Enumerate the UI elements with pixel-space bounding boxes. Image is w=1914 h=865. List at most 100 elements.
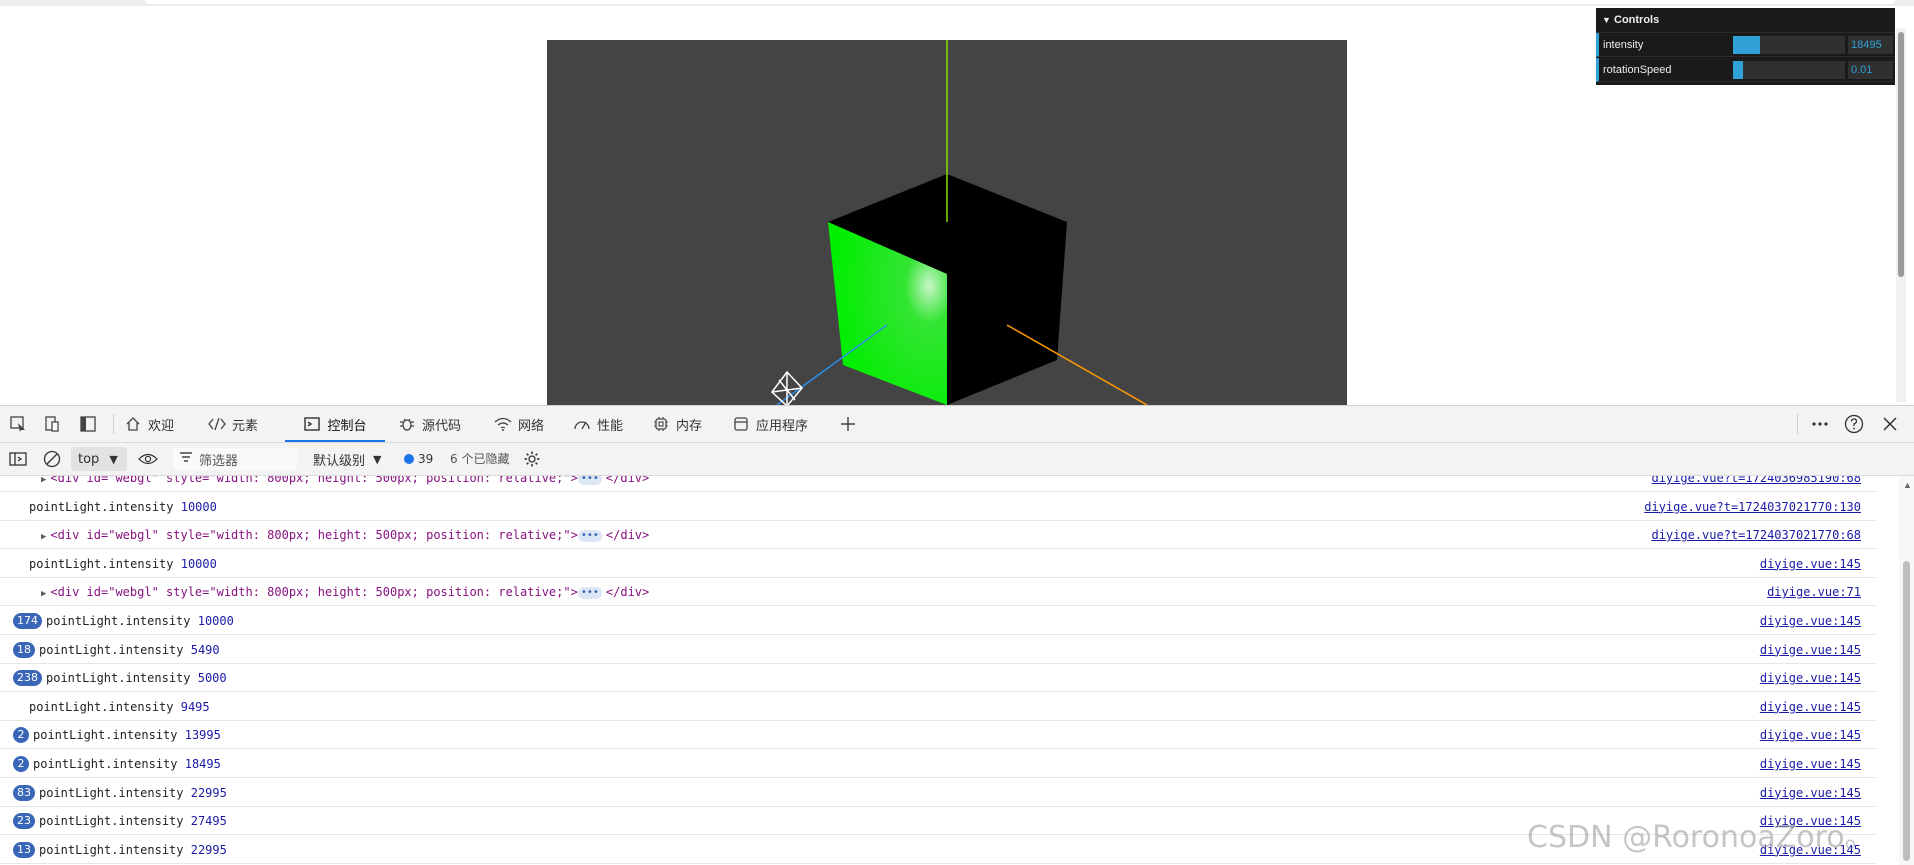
more-options-icon[interactable] (1808, 412, 1832, 436)
tab-label: 元素 (232, 418, 259, 434)
log-level-dropdown[interactable]: 默认级别 ▼ (313, 443, 381, 475)
tab-label: 性能 (597, 418, 624, 434)
log-value: 5000 (197, 671, 227, 686)
console-icon (303, 415, 321, 433)
console-message: pointLight.intensity 10000 (46, 607, 234, 635)
element-open-tag: <div id="webgl" style="width: 800px; hei… (50, 585, 578, 600)
toolbar-divider (1797, 414, 1798, 434)
tab-network[interactable]: 网络 (494, 406, 544, 442)
expand-triangle-icon[interactable]: ▶ (41, 589, 46, 599)
tab-performance[interactable]: 性能 (573, 406, 623, 442)
console-message[interactable]: ▶ <div id="webgl" style="width: 800px; he… (41, 476, 649, 494)
gauge-icon (573, 415, 591, 433)
log-value: 10000 (180, 556, 217, 571)
console-message: pointLight.intensity 22995 (39, 779, 227, 807)
hidden-count: 6 个已隐藏 (450, 452, 510, 466)
console-message[interactable]: ▶ <div id="webgl" style="width: 800px; he… (41, 521, 649, 551)
tab-elements[interactable]: 元素 (208, 406, 258, 442)
sidebar-toggle-icon[interactable] (6, 447, 30, 471)
source-link[interactable]: diyige.vue:145 (1760, 607, 1861, 635)
source-link[interactable]: diyige.vue?t=1724037021770:68 (1651, 521, 1861, 549)
collapsed-content-icon[interactable]: ••• (577, 529, 602, 542)
close-icon[interactable] (1878, 412, 1902, 436)
tab-welcome[interactable]: 欢迎 (124, 406, 174, 442)
inspect-element-icon[interactable] (6, 412, 30, 436)
chip-icon (652, 415, 670, 433)
message-bubble-icon (404, 454, 414, 464)
clear-console-icon[interactable] (40, 447, 64, 471)
repeat-count-badge: 23 (13, 813, 35, 830)
console-message: pointLight.intensity 5000 (46, 664, 227, 692)
tab-memory[interactable]: 内存 (652, 406, 702, 442)
expand-triangle-icon[interactable]: ▶ (41, 476, 46, 485)
intensity-slider[interactable] (1733, 36, 1845, 54)
source-link[interactable]: diyige.vue:71 (1767, 578, 1861, 606)
controls-title: Controls (1614, 14, 1660, 26)
console-scrollbar[interactable]: ▲ (1899, 476, 1914, 865)
tab-sources[interactable]: 源代码 (398, 406, 461, 442)
control-label: rotationSpeed (1603, 64, 1672, 76)
filter-placeholder: 筛选器 (199, 453, 239, 469)
rotation-speed-number-input[interactable]: 0.01 (1848, 61, 1893, 79)
webgl-canvas[interactable] (547, 40, 1347, 405)
log-value: 27495 (190, 814, 227, 829)
add-tab-icon[interactable] (836, 412, 860, 436)
source-link[interactable]: diyige.vue:145 (1760, 750, 1861, 778)
collapsed-content-icon[interactable]: ••• (577, 476, 602, 485)
live-expression-eye-icon[interactable] (136, 447, 160, 471)
log-label: pointLight.intensity (39, 842, 184, 857)
page-scrollbar[interactable] (1896, 28, 1906, 402)
source-link[interactable]: diyige.vue:145 (1760, 721, 1861, 749)
tab-label: 欢迎 (148, 418, 175, 434)
source-link[interactable]: diyige.vue:145 (1760, 636, 1861, 664)
collapsed-content-icon[interactable]: ••• (577, 586, 602, 599)
page-scrollbar-thumb[interactable] (1898, 32, 1904, 277)
source-link[interactable]: diyige.vue:145 (1760, 693, 1861, 721)
source-link[interactable]: diyige.vue:145 (1760, 550, 1861, 578)
message-count[interactable]: 39 (404, 443, 433, 475)
bug-icon (398, 415, 416, 433)
console-scrollbar-thumb[interactable] (1903, 561, 1910, 861)
three-scene (770, 40, 1148, 405)
device-emulation-icon[interactable] (40, 412, 64, 436)
repeat-count-badge: 238 (13, 670, 42, 687)
chevron-down-icon: ▼ (1602, 15, 1611, 25)
console-output[interactable]: ▶ <div id="webgl" style="width: 800px; he… (0, 476, 1895, 865)
tab-console[interactable]: 控制台 (285, 406, 385, 442)
element-close-tag: </div> (605, 585, 650, 600)
filter-input[interactable]: 筛选器 (173, 448, 297, 470)
tab-label: 控制台 (327, 418, 367, 434)
dock-side-icon[interactable] (76, 412, 100, 436)
console-filter-bar: top ▼ 筛选器 默认级别 ▼ 39 6 个已隐藏 (0, 443, 1914, 476)
help-icon[interactable] (1842, 412, 1866, 436)
console-log-row: pointLight.intensity 10000 diyige.vue?t=1… (0, 493, 1876, 521)
log-level-value: 默认级别 (313, 453, 366, 469)
tab-application[interactable]: 应用程序 (732, 406, 808, 442)
intensity-number-input[interactable]: 18495 (1848, 36, 1893, 54)
control-label: intensity (1603, 39, 1644, 51)
log-label: pointLight.intensity (33, 728, 178, 743)
scroll-up-icon[interactable]: ▲ (1903, 480, 1912, 490)
expand-triangle-icon[interactable]: ▶ (41, 532, 46, 542)
source-link[interactable]: diyige.vue:145 (1760, 779, 1861, 807)
console-message[interactable]: ▶ <div id="webgl" style="width: 800px; he… (41, 578, 649, 608)
console-message: pointLight.intensity 5490 (39, 636, 220, 664)
log-value: 22995 (190, 785, 227, 800)
repeat-count-badge: 2 (13, 727, 29, 744)
controls-panel-header[interactable]: ▼ Controls (1596, 8, 1895, 33)
element-open-tag: <div id="webgl" style="width: 800px; hei… (50, 528, 578, 543)
source-link[interactable]: diyige.vue?t=1724037021770:130 (1644, 493, 1861, 521)
console-log-row: pointLight.intensity 10000 diyige.vue:145 (0, 550, 1876, 578)
source-link[interactable]: diyige.vue?t=1724036985190:68 (1651, 476, 1861, 492)
console-settings-gear-icon[interactable] (520, 447, 544, 471)
repeat-count-badge: 2 (13, 756, 29, 772)
log-label: pointLight.intensity (39, 814, 184, 829)
repeat-count-badge: 83 (13, 784, 35, 801)
context-selector[interactable]: top ▼ (71, 447, 127, 471)
repeat-count-badge: 13 (13, 841, 35, 858)
source-link[interactable]: diyige.vue:145 (1760, 664, 1861, 692)
rotation-speed-slider[interactable] (1733, 61, 1845, 79)
point-light-helper (770, 370, 804, 405)
console-log-row: 2 pointLight.intensity 13995 diyige.vue:14… (0, 721, 1876, 750)
